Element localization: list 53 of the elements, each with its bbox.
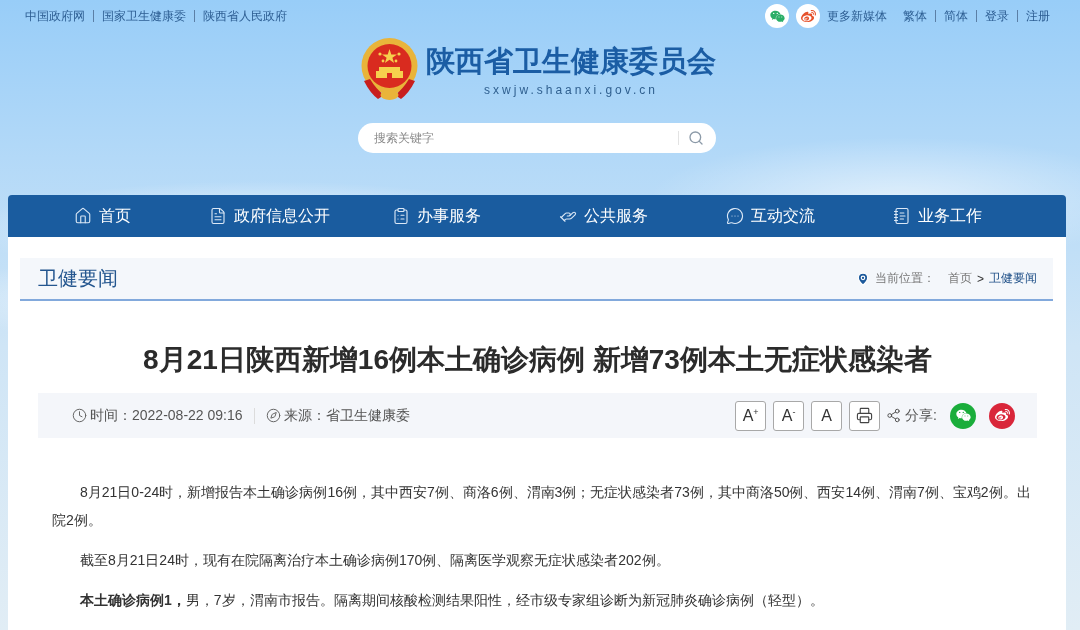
nav-item[interactable]: 政府信息公开 (209, 205, 330, 227)
article-paragraph: 本土确诊病例1，男，7岁，渭南市报告。隔离期间核酸检测结果阳性，经市级专家组诊断为新冠肺炎确诊病例（轻型）。 (79, 591, 825, 610)
top-link[interactable]: 中国政府网 (25, 8, 85, 24)
top-link[interactable]: 简体 (944, 8, 968, 24)
clipboard-icon (392, 207, 410, 225)
nav-item[interactable]: 首页 (74, 205, 131, 227)
top-link[interactable]: 陕西省人民政府 (203, 8, 287, 24)
home-icon (74, 207, 92, 225)
breadcrumb-separator: > (977, 271, 984, 286)
share-icon (886, 408, 902, 423)
section-title: 卫健要闻 (38, 266, 118, 291)
location-pin-icon (856, 271, 870, 286)
nav-item[interactable]: 业务工作 (893, 205, 982, 227)
weibo-share-button[interactable] (989, 402, 1015, 429)
breadcrumb-link[interactable]: 首页 (948, 270, 972, 287)
wechat-icon (955, 408, 971, 423)
font-size-button[interactable]: A$^{-}$ (773, 400, 805, 431)
compass-icon (265, 408, 281, 423)
weibo-icon (800, 8, 816, 24)
search-field[interactable]: 搜索关键字 (358, 123, 716, 153)
weibo-link[interactable] (796, 4, 820, 28)
share-label: 分享: (905, 406, 937, 425)
printer-icon (856, 407, 874, 424)
top-link[interactable]: 国家卫生健康委 (102, 8, 186, 24)
search-button[interactable] (688, 130, 704, 146)
article-paragraph: 8月21日0-24时，新增报告本土确诊病例16例，其中西安7例、商洛6例、渭南3例；无症状感染者73例，其中商洛50例、西安14例、渭南7例、宝鸡2例。出院2例。 (52, 483, 1032, 530)
breadcrumb-link[interactable]: 卫健要闻 (989, 270, 1037, 287)
print-button[interactable] (849, 400, 881, 431)
document-icon (209, 207, 227, 225)
wechat-link[interactable] (765, 4, 789, 28)
nav-item[interactable]: 互动交流 (726, 205, 815, 227)
top-link[interactable]: 繁体 (903, 8, 927, 24)
weibo-icon (994, 408, 1010, 423)
media-link[interactable]: 更多新媒体 (827, 8, 887, 24)
site-domain: sxwjw.shaanxi.gov.cn (484, 82, 658, 98)
wechat-share-button[interactable] (950, 402, 976, 429)
article-source: 来源：省卫生健康委 (283, 406, 410, 425)
chat-icon (726, 207, 744, 225)
publish-time: 时间：2022-08-22 09:16 (90, 406, 243, 425)
wechat-icon (769, 8, 785, 24)
top-link[interactable]: 注册 (1026, 8, 1050, 24)
article-title: 8月21日陕西新增16例本土确诊病例 新增73例本土无症状感染者 (142, 343, 933, 377)
font-size-button[interactable]: A$^{+}$ (735, 400, 767, 431)
site-title: 陕西省卫生健康委员会 (426, 43, 716, 79)
article-paragraph: 截至8月21日24时，现有在院隔离治疗本土确诊病例170例、隔离医学观察无症状感染者202例。 (79, 551, 671, 570)
nav-item[interactable]: 公共服务 (559, 205, 648, 227)
nav-item[interactable]: 办事服务 (392, 205, 481, 227)
clock-icon (72, 408, 87, 423)
search-icon (688, 130, 704, 146)
location-label: 当前位置： (875, 270, 935, 287)
top-link[interactable]: 登录 (985, 8, 1009, 24)
notebook-icon (893, 207, 911, 225)
font-size-button[interactable]: A (811, 400, 843, 431)
